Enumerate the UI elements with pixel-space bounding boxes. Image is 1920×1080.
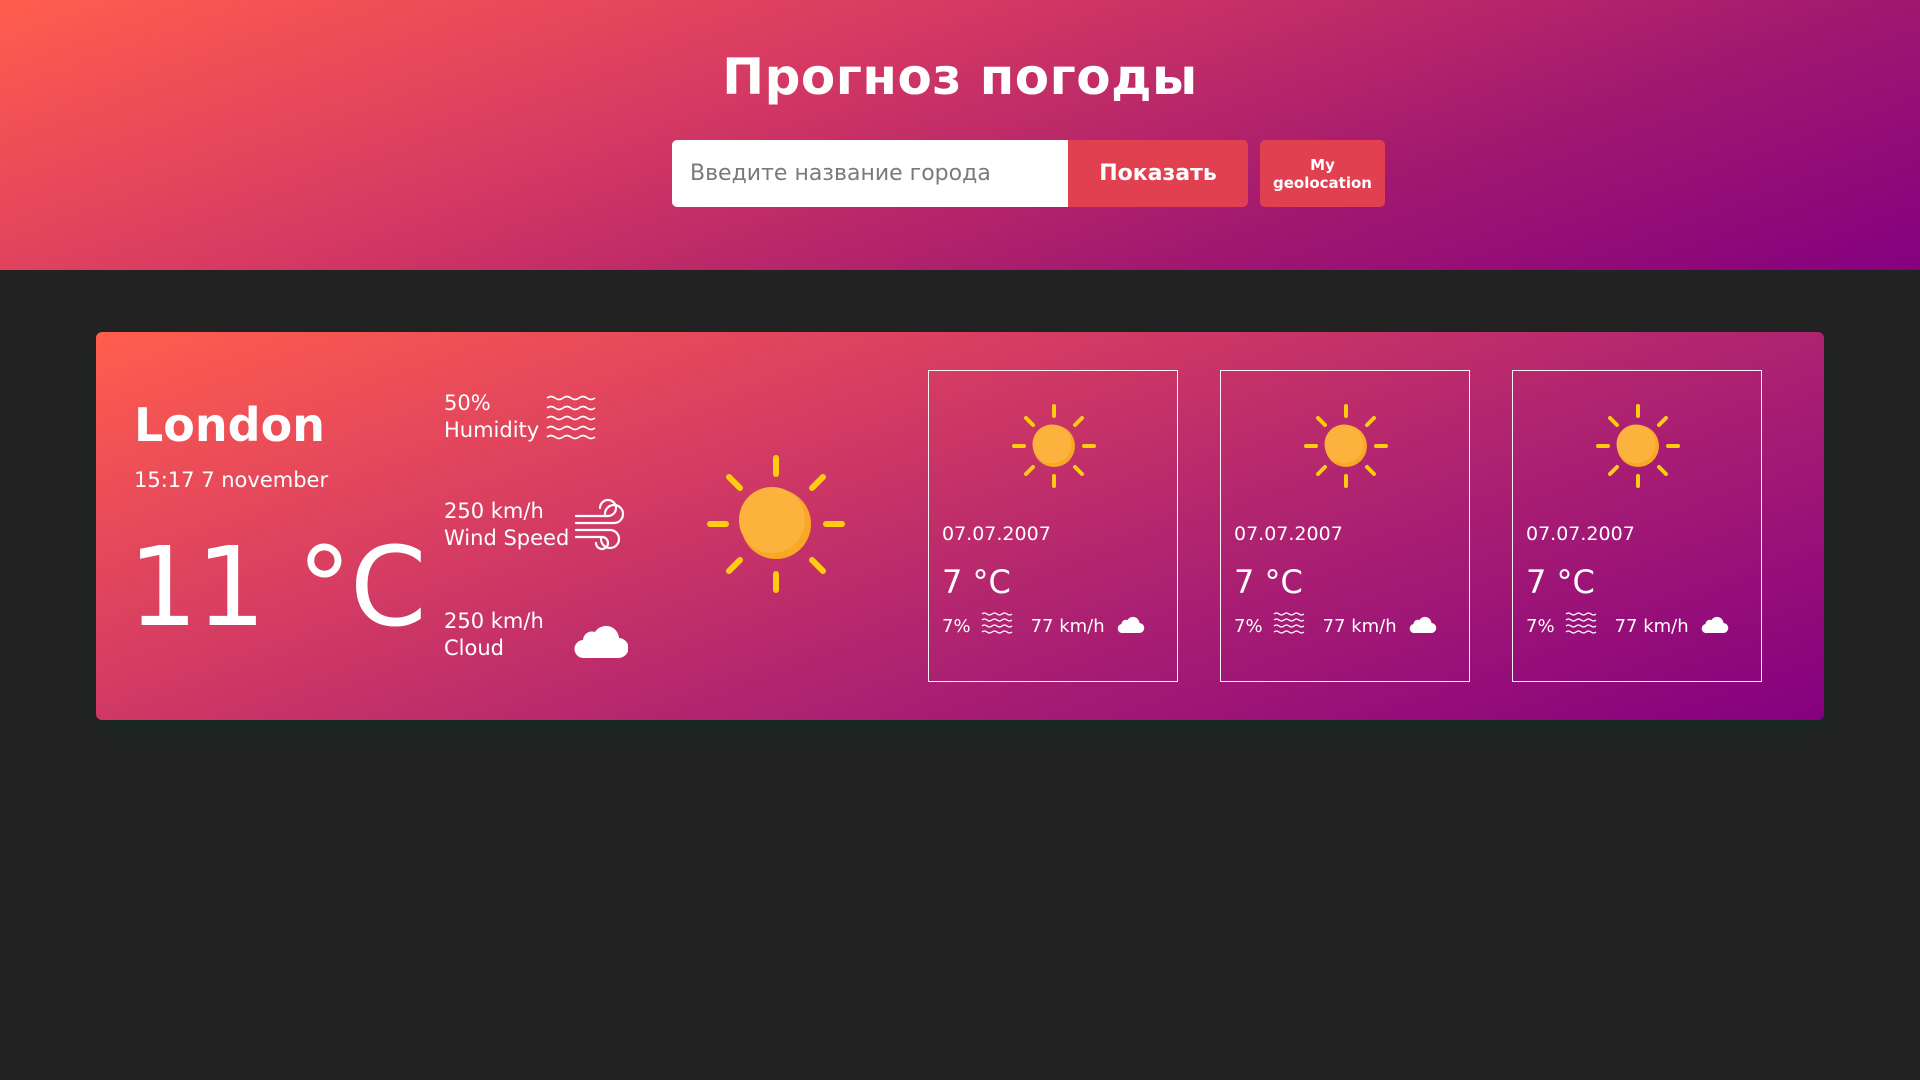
header: Прогноз погоды Показать My geolocation [0, 0, 1920, 270]
search-form: Показать My geolocation [672, 140, 1385, 207]
weather-card: London 15:17 7 november 11 °C 50% Humidi… [96, 332, 1824, 720]
humidity-icon [1273, 611, 1305, 642]
forecast-temperature: 7 °C [1234, 563, 1303, 601]
forecast-humidity: 7% [1526, 616, 1555, 637]
forecast-wind: 77 km/h [1030, 616, 1105, 637]
forecast-temperature: 7 °C [942, 563, 1011, 601]
forecast-humidity: 7% [942, 616, 971, 637]
wind-label: Wind Speed [444, 526, 570, 550]
cloud-value: 250 km/h [444, 609, 544, 633]
forecast-wind: 77 km/h [1614, 616, 1689, 637]
forecast-temperature: 7 °C [1526, 563, 1595, 601]
forecast-card-3: 07.07.2007 7 °C 7% 77 km/h [1512, 370, 1762, 682]
forecast-date: 07.07.2007 [942, 523, 1051, 545]
forecast-date: 07.07.2007 [1526, 523, 1635, 545]
forecast-card-2: 07.07.2007 7 °C 7% 77 km/h [1220, 370, 1470, 682]
forecast-details: 7% 77 km/h [942, 611, 1145, 642]
forecast-details: 7% 77 km/h [1234, 611, 1437, 642]
page-title: Прогноз погоды [722, 48, 1198, 106]
geolocation-button[interactable]: My geolocation [1260, 140, 1385, 207]
cloud-icon [1701, 614, 1729, 639]
cloud-icon [572, 616, 629, 664]
cloud-label: Cloud [444, 636, 504, 660]
humidity-icon [1565, 611, 1597, 642]
forecast-card-1: 07.07.2007 7 °C 7% 77 km/h [928, 370, 1178, 682]
cloud-icon [1117, 614, 1145, 639]
humidity-stat: 50% Humidity [444, 390, 664, 450]
wind-stat: 250 km/h Wind Speed [444, 498, 664, 558]
city-search-input[interactable] [672, 140, 1068, 207]
humidity-icon [546, 394, 598, 444]
wind-value: 250 km/h [444, 499, 544, 523]
show-button[interactable]: Показать [1068, 140, 1248, 207]
cloud-stat: 250 km/h Cloud [444, 608, 664, 668]
humidity-icon [981, 611, 1013, 642]
sun-icon [1303, 403, 1389, 489]
cloud-icon [1409, 614, 1437, 639]
sun-icon [1595, 403, 1681, 489]
wind-icon [574, 498, 628, 556]
forecast-details: 7% 77 km/h [1526, 611, 1729, 642]
current-datetime: 15:17 7 november [134, 468, 329, 492]
city-name: London [134, 398, 325, 452]
sun-icon [706, 454, 846, 594]
sun-icon [1011, 403, 1097, 489]
current-temperature: 11 °C [128, 523, 427, 651]
forecast-date: 07.07.2007 [1234, 523, 1343, 545]
forecast-wind: 77 km/h [1322, 616, 1397, 637]
forecast-humidity: 7% [1234, 616, 1263, 637]
